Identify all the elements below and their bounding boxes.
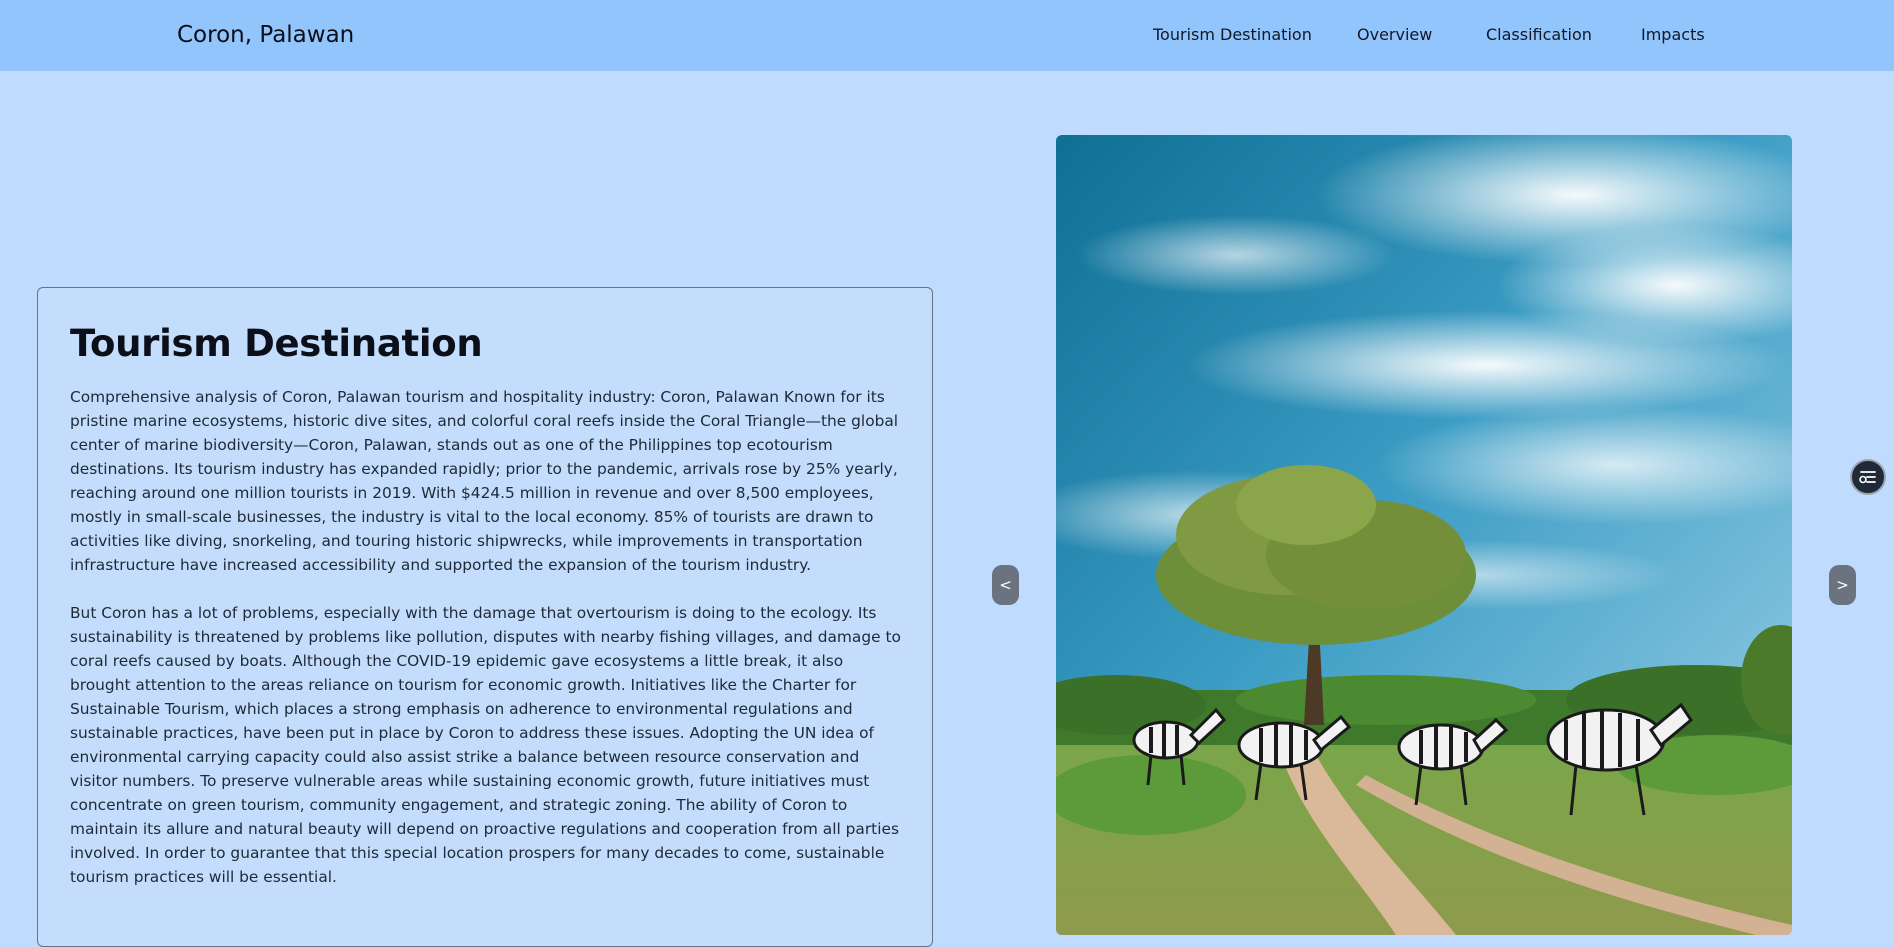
destination-card: Tourism Destination Comprehensive analys… bbox=[37, 287, 933, 947]
zebra-landscape-image bbox=[1056, 135, 1792, 935]
filter-list-icon bbox=[1859, 471, 1876, 484]
carousel-image bbox=[1056, 135, 1792, 935]
nav-impacts[interactable]: Impacts bbox=[1641, 25, 1705, 44]
main-nav: Tourism Destination Overview Classificat… bbox=[0, 25, 1894, 47]
carousel-next-button[interactable]: > bbox=[1829, 565, 1856, 605]
card-title: Tourism Destination bbox=[70, 322, 483, 365]
nav-tourism-destination[interactable]: Tourism Destination bbox=[1153, 25, 1312, 44]
carousel-prev-button[interactable]: < bbox=[992, 565, 1019, 605]
floating-menu-button[interactable] bbox=[1850, 459, 1886, 495]
challenges-paragraph: But Coron has a lot of problems, especia… bbox=[70, 604, 901, 886]
nav-overview[interactable]: Overview bbox=[1357, 25, 1432, 44]
top-navbar: Coron, Palawan Tourism Destination Overv… bbox=[0, 0, 1894, 71]
card-body: Comprehensive analysis of Coron, Palawan… bbox=[70, 385, 906, 913]
nav-classification[interactable]: Classification bbox=[1486, 25, 1592, 44]
intro-paragraph: Comprehensive analysis of Coron, Palawan… bbox=[70, 388, 899, 574]
